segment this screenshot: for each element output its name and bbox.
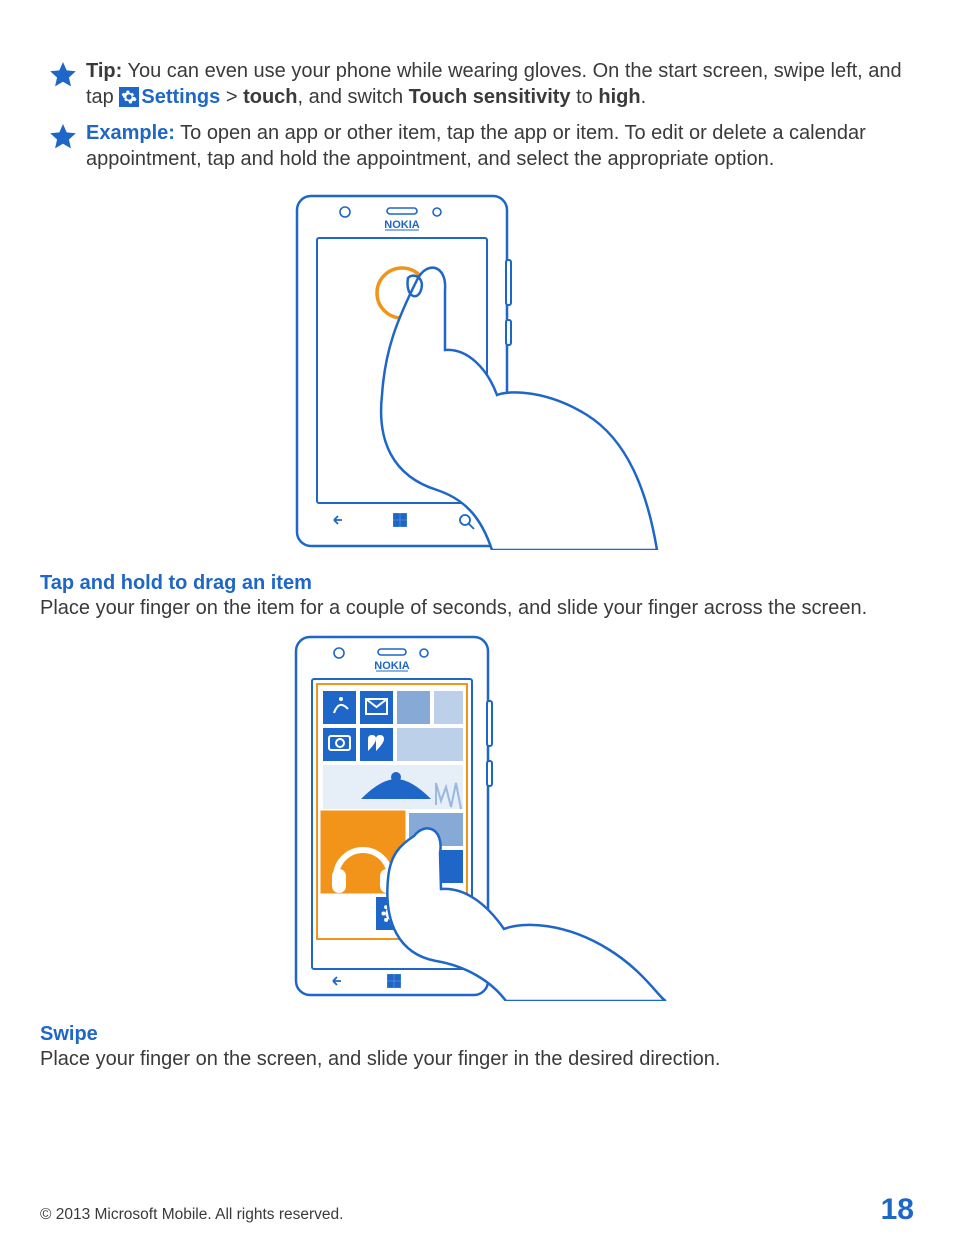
svg-text:NOKIA: NOKIA	[374, 660, 410, 672]
tip-to: to	[571, 86, 599, 108]
tip-after: , and switch	[298, 86, 409, 108]
page-footer: © 2013 Microsoft Mobile. All rights rese…	[40, 1193, 914, 1227]
high-label: high	[598, 86, 640, 108]
page-number: 18	[881, 1193, 914, 1227]
copyright-text: © 2013 Microsoft Mobile. All rights rese…	[40, 1206, 343, 1224]
sensitivity-label: Touch sensitivity	[409, 86, 571, 108]
tip-callout: Tip: You can even use your phone while w…	[40, 58, 914, 110]
section-body-drag: Place your finger on the item for a coup…	[40, 595, 914, 621]
settings-link: Settings	[141, 86, 220, 108]
breadcrumb-separator: >	[220, 86, 243, 108]
section-title-swipe: Swipe	[40, 1023, 914, 1046]
section-body-swipe: Place your finger on the screen, and sli…	[40, 1046, 914, 1072]
tip-label: Tip:	[86, 60, 122, 82]
section-title-drag: Tap and hold to drag an item	[40, 572, 914, 595]
gear-icon	[119, 87, 139, 107]
example-label: Example:	[86, 122, 175, 144]
tip-text: Tip: You can even use your phone while w…	[86, 58, 914, 110]
tip-period: .	[641, 86, 647, 108]
star-icon	[40, 58, 86, 90]
example-text: Example: To open an app or other item, t…	[86, 120, 914, 172]
star-icon	[40, 120, 86, 152]
illustration-tap: NOKIA	[40, 190, 914, 550]
example-body: To open an app or other item, tap the ap…	[86, 122, 866, 170]
example-callout: Example: To open an app or other item, t…	[40, 120, 914, 172]
svg-text:NOKIA: NOKIA	[384, 219, 420, 231]
touch-label: touch	[243, 86, 297, 108]
illustration-drag: NOKIA	[40, 631, 914, 1001]
